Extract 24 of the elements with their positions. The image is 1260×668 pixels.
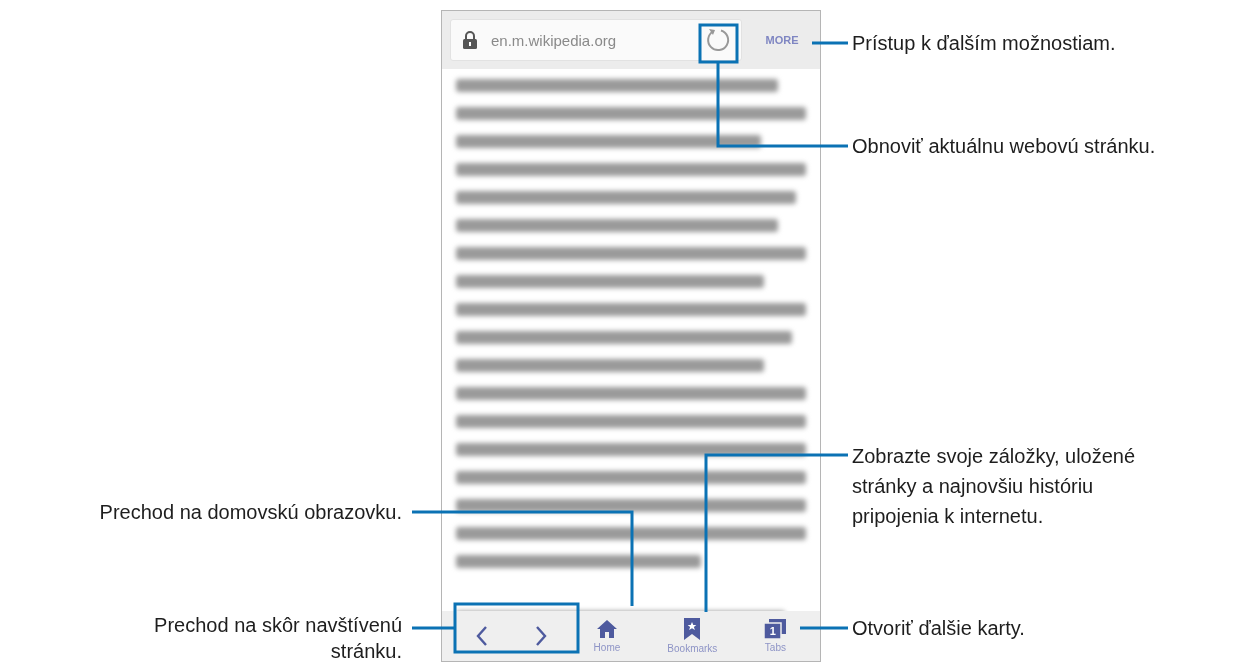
leader-line xyxy=(800,626,848,630)
refresh-icon[interactable] xyxy=(705,27,731,53)
button-label: Bookmarks xyxy=(667,643,718,654)
callout-text: Zobrazte svoje záložky, uložené stránky a najnovšiu históriu pripojenia k internetu. xyxy=(852,444,1137,529)
address-field[interactable]: en.m.wikipedia.org xyxy=(450,19,742,61)
callout-text: Obnoviť aktuálnu webovú stránku. xyxy=(852,134,1157,159)
more-button[interactable]: MORE xyxy=(752,30,812,50)
leader-line xyxy=(412,626,455,630)
bookmark-icon xyxy=(684,618,701,640)
button-label: Home xyxy=(593,642,621,653)
callout-text: Prechod na skôr navštívenú stránku. xyxy=(153,613,402,664)
leader-line xyxy=(812,41,848,45)
lock-icon xyxy=(463,31,477,49)
home-button[interactable]: Home xyxy=(587,617,627,655)
callout-text: Prístup k ďalším možnostiam. xyxy=(852,31,1117,56)
tab-count: 1 xyxy=(768,624,777,639)
button-label: Tabs xyxy=(764,642,786,653)
callout-text: Prechod na domovskú obrazovku. xyxy=(98,500,402,525)
home-icon xyxy=(595,619,618,639)
tabs-button[interactable]: 1 Tabs xyxy=(758,617,793,655)
highlight-frame xyxy=(698,23,739,64)
callout-text: Otvoriť ďalšie karty. xyxy=(852,616,1026,641)
bookmarks-button[interactable]: Bookmarks xyxy=(661,616,724,656)
url-text: en.m.wikipedia.org xyxy=(491,31,618,49)
